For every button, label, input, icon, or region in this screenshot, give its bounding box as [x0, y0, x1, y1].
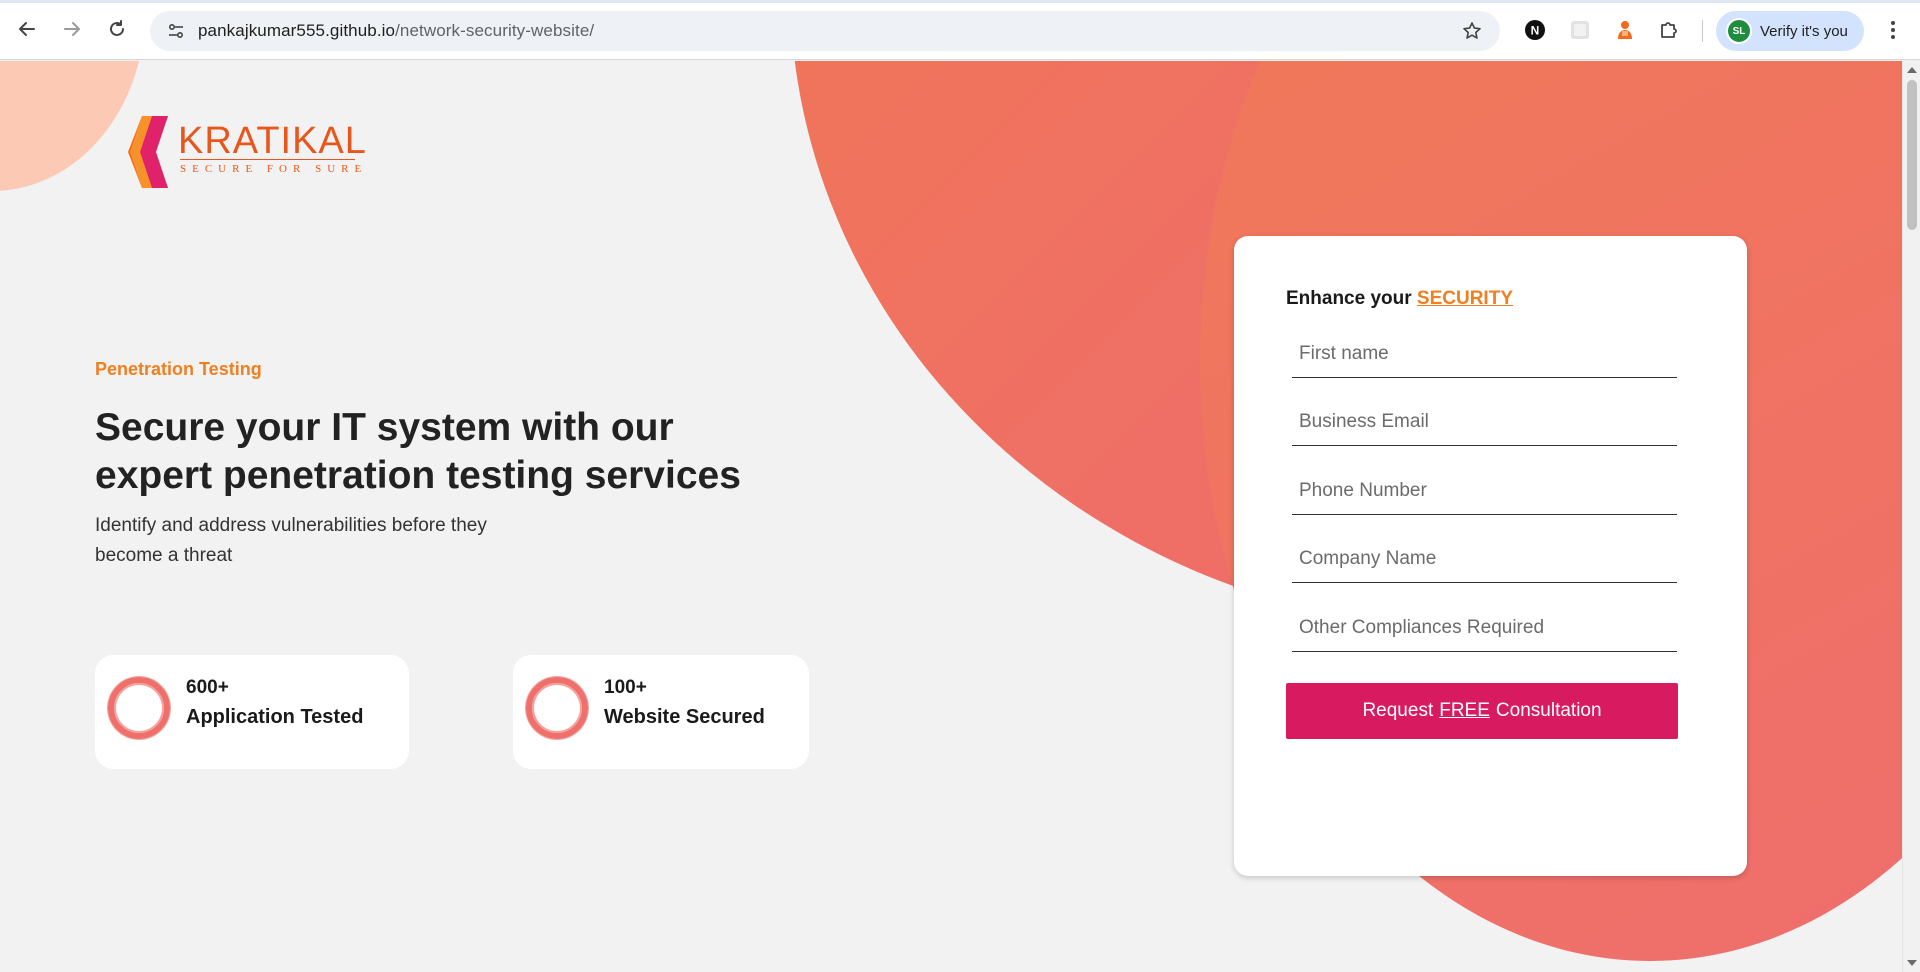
reload-button[interactable] [103, 15, 131, 43]
toolbar-divider [1702, 20, 1703, 42]
stat-label: Application Tested [186, 706, 364, 728]
logo-divider [180, 159, 355, 160]
site-info-button[interactable] [164, 19, 188, 43]
extension-grey-button[interactable] [1568, 18, 1592, 42]
kebab-menu-icon[interactable] [1886, 18, 1900, 42]
url-path: /network-security-website/ [395, 21, 595, 40]
url-text[interactable]: pankajkumar555.github.io/network-securit… [198, 21, 594, 41]
stat-card-websites: 100+ Website Secured [513, 655, 809, 769]
ring-icon [526, 677, 588, 739]
page-scrollbar[interactable] [1902, 61, 1920, 972]
tune-icon [168, 23, 184, 39]
logo-tagline: SECURE FOR SURE [180, 163, 368, 175]
hero-title: Secure your IT system with our expert pe… [95, 406, 741, 497]
stat-value: 100+ [604, 677, 647, 698]
site-logo[interactable]: KRATIKAL SECURE FOR SURE [128, 116, 366, 191]
star-icon [1463, 22, 1481, 39]
orange-figure-icon [1618, 21, 1632, 39]
first-name-field[interactable] [1292, 330, 1677, 378]
consultation-form: Enhance your SECURITY Request FREE Consu… [1234, 236, 1747, 876]
scroll-up-arrow-icon[interactable] [1907, 67, 1917, 73]
extensions-button[interactable] [1657, 18, 1681, 42]
arrow-right-icon [64, 22, 80, 36]
company-name-field[interactable] [1292, 535, 1677, 583]
scroll-down-arrow-icon[interactable] [1907, 960, 1917, 966]
n-logo-icon: N [1525, 20, 1545, 40]
scroll-thumb[interactable] [1907, 80, 1917, 230]
avatar: SL [1726, 18, 1752, 44]
compliances-field[interactable] [1292, 604, 1677, 652]
business-email-field[interactable] [1292, 398, 1677, 446]
stat-card-applications: 600+ Application Tested [95, 655, 409, 769]
submit-label-free: FREE [1439, 700, 1490, 721]
back-button[interactable] [13, 15, 41, 43]
decorative-peach-blob [0, 61, 145, 191]
extension-n-button[interactable]: N [1523, 18, 1547, 42]
svg-text:N: N [1531, 24, 1540, 38]
puzzle-icon [1661, 22, 1677, 38]
logo-chevron-icon [128, 116, 168, 188]
address-bar[interactable]: pankajkumar555.github.io/network-securit… [150, 11, 1500, 51]
profile-verify-button[interactable]: SL Verify it's you [1716, 11, 1864, 51]
url-host: pankajkumar555.github.io [198, 21, 396, 40]
stat-label: Website Secured [604, 706, 765, 728]
tab-strip [0, 0, 1920, 3]
reload-icon [110, 20, 124, 36]
bookmark-button[interactable] [1460, 19, 1484, 43]
grey-square-icon [1571, 21, 1589, 39]
extension-orange-button[interactable] [1613, 18, 1637, 42]
hero-subtitle: Identify and address vulnerabilities bef… [95, 515, 487, 566]
phone-number-field[interactable] [1292, 467, 1677, 515]
request-consultation-button[interactable]: Request FREE Consultation [1286, 683, 1678, 739]
forward-button[interactable] [58, 15, 86, 43]
form-heading-prefix: Enhance your [1286, 288, 1417, 309]
ring-icon [108, 677, 170, 739]
submit-label-suffix: Consultation [1495, 700, 1602, 721]
logo-wordmark: KRATIKAL [178, 120, 367, 162]
stat-value: 600+ [186, 677, 229, 698]
verify-label: Verify it's you [1760, 22, 1848, 40]
hero-eyebrow: Penetration Testing [95, 359, 262, 379]
form-heading: Enhance your SECURITY [1286, 288, 1513, 310]
arrow-left-icon [19, 22, 35, 36]
browser-toolbar: pankajkumar555.github.io/network-securit… [0, 0, 1920, 60]
form-heading-accent: SECURITY [1416, 288, 1513, 309]
submit-label-prefix: Request [1362, 700, 1434, 721]
page-viewport: KRATIKAL SECURE FOR SURE Penetration Tes… [0, 61, 1902, 972]
